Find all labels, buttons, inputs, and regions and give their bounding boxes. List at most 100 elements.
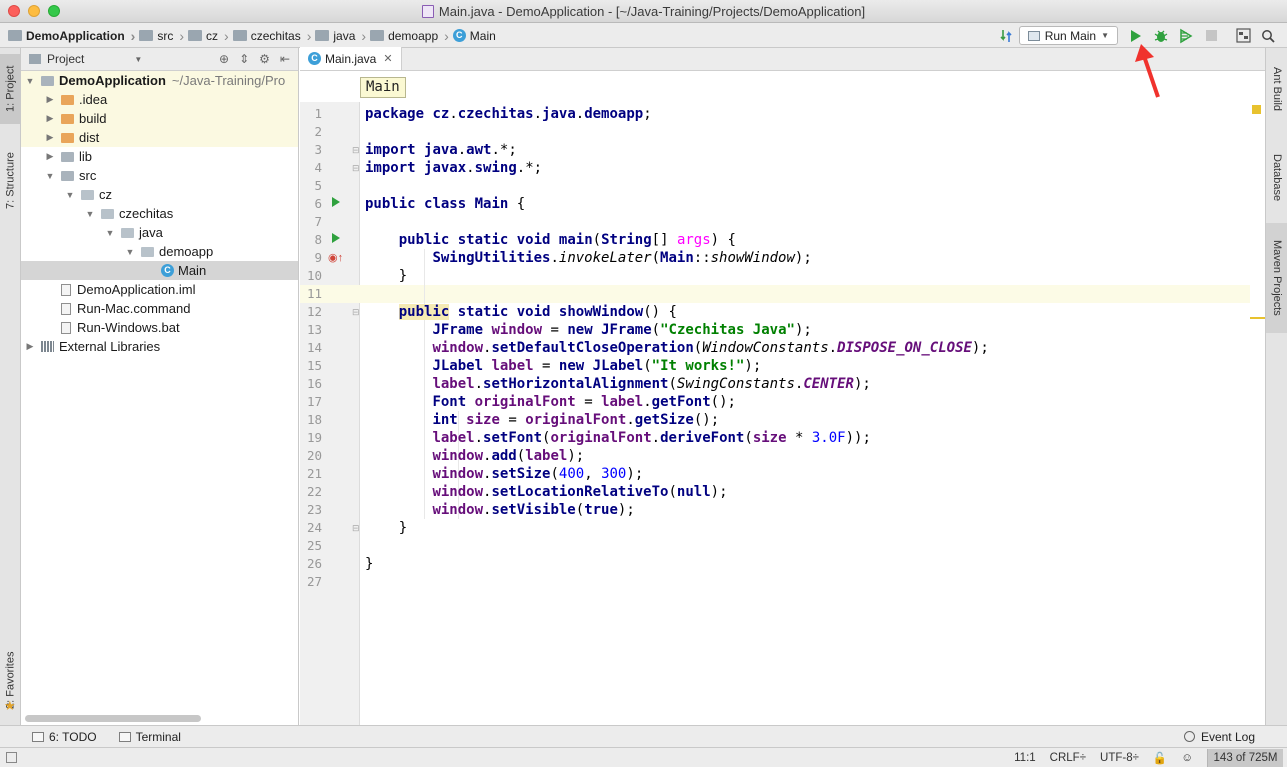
file-encoding[interactable]: UTF-8÷ <box>1100 752 1139 764</box>
code-line[interactable]: window.setVisible(true); <box>365 501 634 519</box>
expanded-arrow-icon[interactable]: ▼ <box>65 190 75 200</box>
tree-item[interactable]: ▶ External Libraries <box>21 337 298 356</box>
fold-icon[interactable]: ⊟ <box>352 519 360 537</box>
warning-stripe-mark[interactable] <box>1250 317 1265 319</box>
tab-main-java[interactable]: C Main.java ✕ <box>300 47 402 70</box>
code-line[interactable]: Font originalFont = label.getFont(); <box>365 393 736 411</box>
tree-item[interactable]: C Main <box>21 261 298 280</box>
tool-tab-ant-build[interactable]: Ant Build <box>1266 53 1287 125</box>
code-line[interactable]: } <box>365 519 407 537</box>
code-line[interactable]: window.setSize(400, 300); <box>365 465 643 483</box>
tree-item[interactable]: ▶ lib <box>21 147 298 166</box>
todo-tool-button[interactable]: 6: TODO <box>32 730 97 744</box>
breadcrumb-item[interactable]: C Main <box>452 29 500 43</box>
close-icon[interactable]: ✕ <box>383 52 392 65</box>
code-line[interactable]: public class Main { <box>365 195 525 213</box>
code-line[interactable]: int size = originalFont.getSize(); <box>365 411 719 429</box>
breadcrumb-item[interactable]: czechitas › <box>232 28 316 44</box>
tree-item[interactable]: ▼ src <box>21 166 298 185</box>
tree-item[interactable]: ▼ java <box>21 223 298 242</box>
code-line[interactable]: import javax.swing.*; <box>365 159 542 177</box>
lambda-gutter-icon[interactable]: ◉↑ <box>328 249 343 267</box>
expanded-arrow-icon[interactable]: ▼ <box>105 228 115 238</box>
code-line[interactable]: SwingUtilities.invokeLater(Main::showWin… <box>365 249 811 267</box>
line-separator[interactable]: CRLF÷ <box>1050 752 1086 764</box>
tree-item-label: src <box>79 168 97 183</box>
status-bar: 11:1 CRLF÷ UTF-8÷ 🔓 ☺ 143 of 725M <box>0 747 1287 767</box>
tree-item[interactable]: ▼ DemoApplication ~/Java-Training/Pro <box>21 71 298 90</box>
tool-windows-toggle-icon[interactable] <box>6 752 17 763</box>
tool-tab-maven-projects[interactable]: Maven Projects <box>1266 223 1287 333</box>
breadcrumb-item[interactable]: java › <box>315 28 370 44</box>
hide-panel-icon[interactable]: ⇤ <box>280 52 290 66</box>
tree-item[interactable]: ▶ dist <box>21 128 298 147</box>
terminal-tool-button[interactable]: Terminal <box>118 730 181 744</box>
collapsed-arrow-icon[interactable]: ▶ <box>45 151 55 162</box>
code-line[interactable]: window.setDefaultCloseOperation(WindowCo… <box>365 339 988 357</box>
code-line[interactable]: label.setFont(originalFont.deriveFont(si… <box>365 429 870 447</box>
fold-icon[interactable]: ⊟ <box>352 141 360 159</box>
code-line[interactable]: JLabel label = new JLabel("It works!"); <box>365 357 761 375</box>
search-everywhere-button[interactable] <box>1257 26 1279 46</box>
expanded-arrow-icon[interactable]: ▼ <box>85 209 95 219</box>
tree-item[interactable]: ▶ build <box>21 109 298 128</box>
horizontal-scrollbar[interactable] <box>25 715 201 722</box>
code-line[interactable]: public static void showWindow() { <box>365 303 677 321</box>
tree-item[interactable]: DemoApplication.iml <box>21 280 298 299</box>
code-area[interactable]: package cz.czechitas.java.demoapp; import… <box>360 102 1265 725</box>
inspector-icon[interactable]: ☺ <box>1181 752 1193 764</box>
expanded-arrow-icon[interactable]: ▼ <box>125 247 135 257</box>
tool-tab-favorites[interactable]: 2: Favorites <box>0 630 21 730</box>
build-icon[interactable] <box>995 26 1017 46</box>
minimize-window-button[interactable] <box>28 5 40 17</box>
code-line[interactable]: package cz.czechitas.java.demoapp; <box>365 105 652 123</box>
fold-icon[interactable]: ⊟ <box>352 303 360 321</box>
collapsed-arrow-icon[interactable]: ▶ <box>25 341 35 352</box>
tree-item[interactable]: ▼ cz <box>21 185 298 204</box>
fold-icon[interactable]: ⊟ <box>352 159 360 177</box>
code-line[interactable]: window.add(label); <box>365 447 584 465</box>
run-main-gutter-icon[interactable] <box>332 231 340 249</box>
event-log-button[interactable]: Event Log <box>1183 730 1255 744</box>
caret-position[interactable]: 11:1 <box>1014 752 1036 764</box>
chevron-down-icon[interactable]: ▼ <box>134 55 142 64</box>
code-line[interactable]: JFrame window = new JFrame("Czechitas Ja… <box>365 321 811 339</box>
scroll-from-source-icon[interactable]: ⊕ <box>219 52 229 66</box>
breadcrumb-item[interactable]: cz › <box>188 28 233 44</box>
code-line[interactable]: label.setHorizontalAlignment(SwingConsta… <box>365 375 870 393</box>
tree-item[interactable]: Run-Mac.command <box>21 299 298 318</box>
collapsed-arrow-icon[interactable]: ▶ <box>45 132 55 143</box>
run-class-gutter-icon[interactable] <box>332 195 340 213</box>
expanded-arrow-icon[interactable]: ▼ <box>25 76 35 86</box>
gear-icon[interactable]: ⚙ <box>259 52 270 66</box>
breadcrumb-item[interactable]: demoapp › <box>370 28 453 44</box>
tool-tab-database[interactable]: Database <box>1266 140 1287 216</box>
close-window-button[interactable] <box>8 5 20 17</box>
run-with-coverage-button[interactable] <box>1175 26 1197 46</box>
breadcrumb-item[interactable]: DemoApplication › <box>8 28 139 44</box>
code-line[interactable]: window.setLocationRelativeTo(null); <box>365 483 727 501</box>
code-line[interactable]: } <box>365 555 373 573</box>
code-line[interactable]: public static void main(String[] args) { <box>365 231 736 249</box>
maximize-window-button[interactable] <box>48 5 60 17</box>
project-structure-button[interactable] <box>1232 26 1254 46</box>
tool-tab-project[interactable]: 1: Project <box>0 54 21 124</box>
editor-breadcrumb[interactable]: Main <box>360 77 406 98</box>
lock-icon[interactable]: 🔓 <box>1153 751 1167 765</box>
tree-item[interactable]: Run-Windows.bat <box>21 318 298 337</box>
breadcrumb-item[interactable]: src › <box>139 28 188 44</box>
tree-item[interactable]: ▶ .idea <box>21 90 298 109</box>
warning-marker-icon[interactable] <box>1252 105 1261 114</box>
code-line[interactable]: import java.awt.*; <box>365 141 517 159</box>
tool-tab-structure[interactable]: 7: Structure <box>0 138 21 223</box>
collapsed-arrow-icon[interactable]: ▶ <box>45 113 55 124</box>
tree-item[interactable]: ▼ czechitas <box>21 204 298 223</box>
memory-indicator[interactable]: 143 of 725M <box>1207 748 1283 767</box>
stop-button[interactable] <box>1200 26 1222 46</box>
expanded-arrow-icon[interactable]: ▼ <box>45 171 55 181</box>
run-configuration-select[interactable]: Run Main ▼ <box>1018 26 1118 45</box>
collapsed-arrow-icon[interactable]: ▶ <box>45 94 55 105</box>
code-line[interactable]: } <box>365 267 407 285</box>
tree-item[interactable]: ▼ demoapp <box>21 242 298 261</box>
collapse-all-icon[interactable]: ⇕ <box>239 52 249 66</box>
